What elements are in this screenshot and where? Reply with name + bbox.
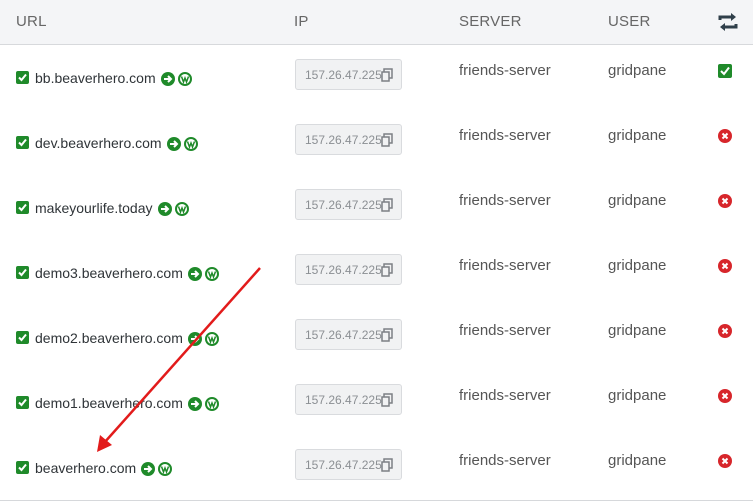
row-checkbox[interactable] — [16, 71, 29, 84]
ip-address-box[interactable]: 157.26.47.225 — [295, 254, 402, 285]
row-checkbox[interactable] — [16, 461, 29, 474]
copy-icon[interactable] — [381, 393, 393, 407]
ip-address: 157.26.47.225 — [305, 263, 382, 277]
copy-icon[interactable] — [381, 458, 393, 472]
ip-address-box[interactable]: 157.26.47.225 — [295, 449, 402, 480]
site-url-link[interactable]: dev.beaverhero.com — [35, 135, 162, 151]
site-url-link[interactable]: beaverhero.com — [35, 460, 136, 476]
ip-address-box[interactable]: 157.26.47.225 — [295, 124, 402, 155]
server-name: friends-server — [459, 62, 551, 79]
wordpress-icon[interactable] — [183, 137, 198, 151]
ip-address: 157.26.47.225 — [305, 133, 382, 147]
ip-address: 157.26.47.225 — [305, 198, 382, 212]
go-arrow-icon[interactable] — [187, 397, 202, 411]
row-checkbox[interactable] — [16, 136, 29, 149]
go-arrow-icon[interactable] — [157, 202, 172, 216]
server-name: friends-server — [459, 322, 551, 339]
user-name: gridpane — [608, 62, 667, 79]
status-x-icon[interactable] — [718, 259, 732, 273]
server-name: friends-server — [459, 257, 551, 274]
table-row: demo3.beaverhero.com 157.26.47.225 frien… — [0, 240, 753, 306]
user-name: gridpane — [608, 387, 667, 404]
table-row: demo2.beaverhero.com 157.26.47.225 frien… — [0, 305, 753, 371]
status-x-icon[interactable] — [718, 324, 732, 338]
server-name: friends-server — [459, 387, 551, 404]
column-header-user[interactable]: USER — [608, 13, 650, 30]
go-arrow-icon[interactable] — [166, 137, 181, 151]
user-name: gridpane — [608, 452, 667, 469]
ip-address: 157.26.47.225 — [305, 68, 382, 82]
go-arrow-icon[interactable] — [141, 462, 156, 476]
server-name: friends-server — [459, 192, 551, 209]
row-checkbox[interactable] — [16, 396, 29, 409]
user-name: gridpane — [608, 257, 667, 274]
column-header-url[interactable]: URL — [16, 13, 47, 30]
ip-address: 157.26.47.225 — [305, 393, 382, 407]
go-arrow-icon[interactable] — [187, 332, 202, 346]
table-row: bb.beaverhero.com 157.26.47.225 friends-… — [0, 45, 753, 111]
sync-icon[interactable] — [716, 11, 740, 33]
table-row: makeyourlife.today 157.26.47.225 friends… — [0, 175, 753, 241]
copy-icon[interactable] — [381, 198, 393, 212]
user-name: gridpane — [608, 192, 667, 209]
site-url-link[interactable]: makeyourlife.today — [35, 200, 153, 216]
site-url-link[interactable]: bb.beaverhero.com — [35, 70, 156, 86]
copy-icon[interactable] — [381, 133, 393, 147]
table-row: dev.beaverhero.com 157.26.47.225 friends… — [0, 110, 753, 176]
row-checkbox[interactable] — [16, 266, 29, 279]
row-checkbox[interactable] — [16, 201, 29, 214]
site-url-link[interactable]: demo1.beaverhero.com — [35, 395, 183, 411]
ip-address-box[interactable]: 157.26.47.225 — [295, 189, 402, 220]
server-name: friends-server — [459, 452, 551, 469]
ip-address: 157.26.47.225 — [305, 458, 382, 472]
status-x-icon[interactable] — [718, 454, 732, 468]
user-name: gridpane — [608, 127, 667, 144]
status-x-icon[interactable] — [718, 129, 732, 143]
copy-icon[interactable] — [381, 328, 393, 342]
row-checkbox[interactable] — [16, 331, 29, 344]
copy-icon[interactable] — [381, 263, 393, 277]
wordpress-icon[interactable] — [204, 267, 219, 281]
table-row: demo1.beaverhero.com 157.26.47.225 frien… — [0, 370, 753, 436]
copy-icon[interactable] — [381, 68, 393, 82]
status-x-icon[interactable] — [718, 389, 732, 403]
wordpress-icon[interactable] — [204, 332, 219, 346]
wordpress-icon[interactable] — [177, 72, 192, 86]
table-header: URL IP SERVER USER — [0, 0, 753, 45]
go-arrow-icon[interactable] — [160, 72, 175, 86]
site-url-link[interactable]: demo3.beaverhero.com — [35, 265, 183, 281]
status-check-icon[interactable] — [718, 64, 732, 78]
ip-address-box[interactable]: 157.26.47.225 — [295, 59, 402, 90]
status-x-icon[interactable] — [718, 194, 732, 208]
table-row: beaverhero.com 157.26.47.225 friends-ser… — [0, 435, 753, 501]
ip-address: 157.26.47.225 — [305, 328, 382, 342]
user-name: gridpane — [608, 322, 667, 339]
wordpress-icon[interactable] — [174, 202, 189, 216]
wordpress-icon[interactable] — [204, 397, 219, 411]
column-header-server[interactable]: SERVER — [459, 13, 522, 30]
server-name: friends-server — [459, 127, 551, 144]
go-arrow-icon[interactable] — [187, 267, 202, 281]
wordpress-icon[interactable] — [158, 462, 173, 476]
ip-address-box[interactable]: 157.26.47.225 — [295, 319, 402, 350]
column-header-ip[interactable]: IP — [294, 13, 309, 30]
site-url-link[interactable]: demo2.beaverhero.com — [35, 330, 183, 346]
ip-address-box[interactable]: 157.26.47.225 — [295, 384, 402, 415]
